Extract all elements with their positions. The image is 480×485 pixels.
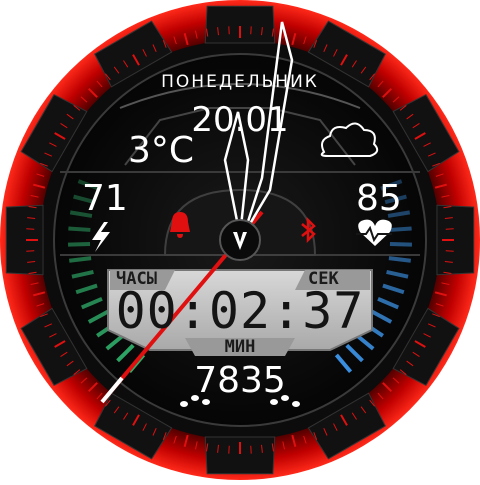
gauge-bar: [68, 244, 90, 245]
gauge-bar: [390, 244, 412, 245]
heart-rate: 85: [356, 178, 402, 219]
center-cap: [220, 220, 260, 260]
gauge-bar: [389, 258, 411, 261]
gauge-bar: [68, 228, 90, 229]
gauge-bar: [69, 258, 91, 261]
temperature: 3°C: [128, 130, 194, 171]
battery-level: 71: [82, 178, 128, 219]
lcd-label-minutes: МИН: [0, 337, 480, 357]
watch-face: ПОНЕДЕЛЬНИК 20.01 3°C 71 85 ЧАСЫ СЕК 00:…: [0, 0, 480, 480]
day-of-week: ПОНЕДЕЛЬНИК: [0, 72, 480, 92]
step-count: 7835: [0, 360, 480, 401]
lcd-digital-time: 00:02:37: [0, 282, 480, 340]
gauge-bar: [390, 228, 412, 229]
date: 20.01: [0, 100, 480, 140]
